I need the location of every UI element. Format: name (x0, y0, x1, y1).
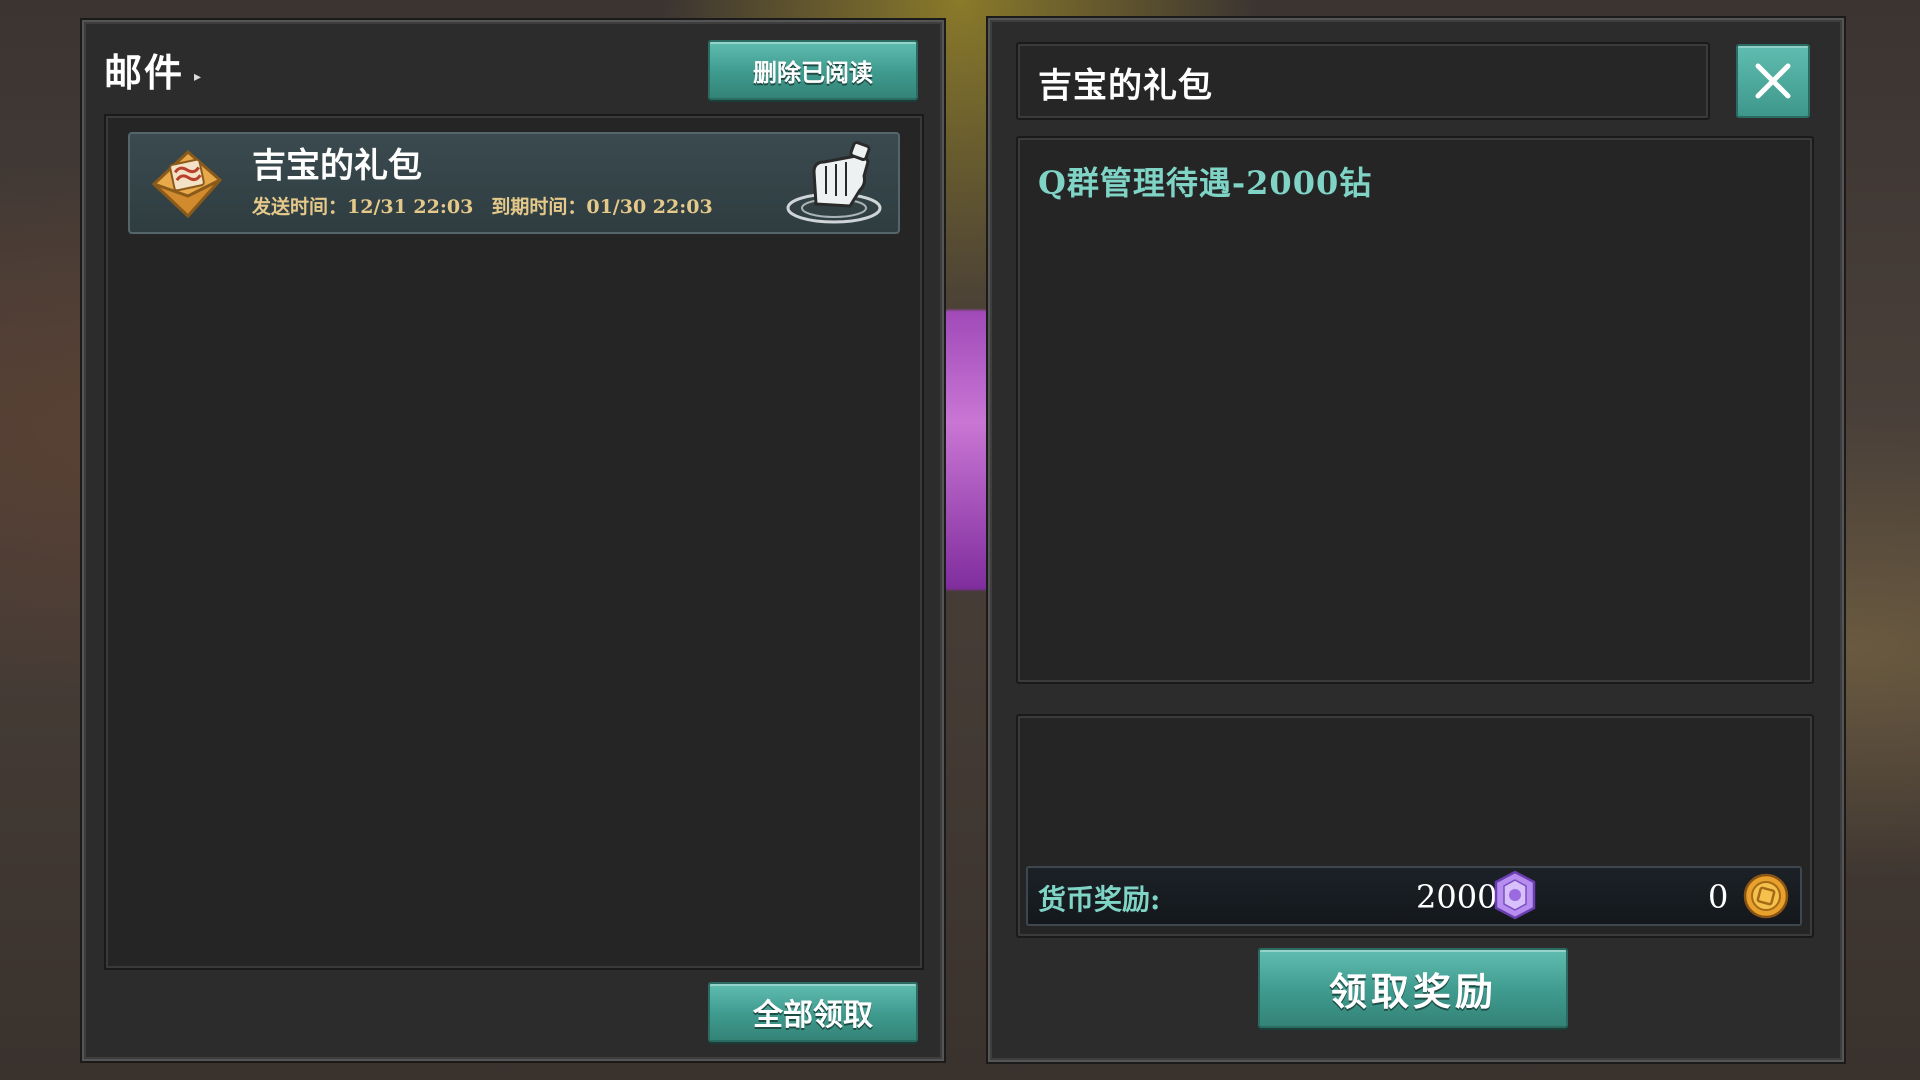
mail-title: 吉宝的礼包 (252, 146, 422, 186)
gold-amount: 0 (1708, 878, 1729, 916)
mail-body-text: Q群管理待遇-2000钻 (1038, 164, 1373, 202)
mailbox-title: 邮件 (104, 50, 185, 95)
mail-expire-time: 到期时间：01/30 22:03 (491, 196, 713, 218)
mail-body: Q群管理待遇-2000钻 (1016, 136, 1814, 684)
close-icon (1755, 63, 1791, 99)
reward-area: 货币奖励: 2000 0 (1016, 714, 1814, 938)
mail-dates: 发送时间：12/31 22:03 到期时间：01/30 22:03 (252, 192, 731, 219)
claim-all-button[interactable]: 全部领取 (708, 982, 918, 1042)
mail-list: 吉宝的礼包 发送时间：12/31 22:03 到期时间：01/30 22:03 (104, 114, 924, 970)
gem-amount: 2000 (1416, 878, 1498, 916)
mail-list-panel: 邮件 ▸ 删除已阅读 吉宝的礼包 发送时间：12/31 22:03 到期时间：01/… (82, 20, 944, 1061)
claim-reward-button[interactable]: 领取奖励 (1258, 948, 1568, 1028)
detail-title: 吉宝的礼包 (1038, 66, 1213, 106)
glove-icon (786, 141, 882, 224)
background-character-glow (940, 310, 992, 590)
currency-label: 货币奖励: (1038, 883, 1161, 916)
mail-detail-panel: 吉宝的礼包 Q群管理待遇-2000钻 货币奖励: 2000 0 领取奖励 (988, 18, 1844, 1062)
delete-read-button[interactable]: 删除已阅读 (708, 40, 918, 100)
gem-icon (1494, 870, 1536, 920)
close-button[interactable] (1736, 44, 1810, 118)
panel-title: 邮件 ▸ (104, 42, 203, 97)
mail-send-time: 发送时间：12/31 22:03 (252, 196, 474, 218)
mail-list-item[interactable]: 吉宝的礼包 发送时间：12/31 22:03 到期时间：01/30 22:03 (128, 132, 900, 234)
gold-coin-icon (1743, 873, 1789, 919)
envelope-icon (151, 149, 223, 219)
currency-reward-bar: 货币奖励: 2000 0 (1026, 866, 1802, 926)
detail-title-box: 吉宝的礼包 (1016, 42, 1710, 120)
title-arrow-icon: ▸ (194, 68, 204, 85)
